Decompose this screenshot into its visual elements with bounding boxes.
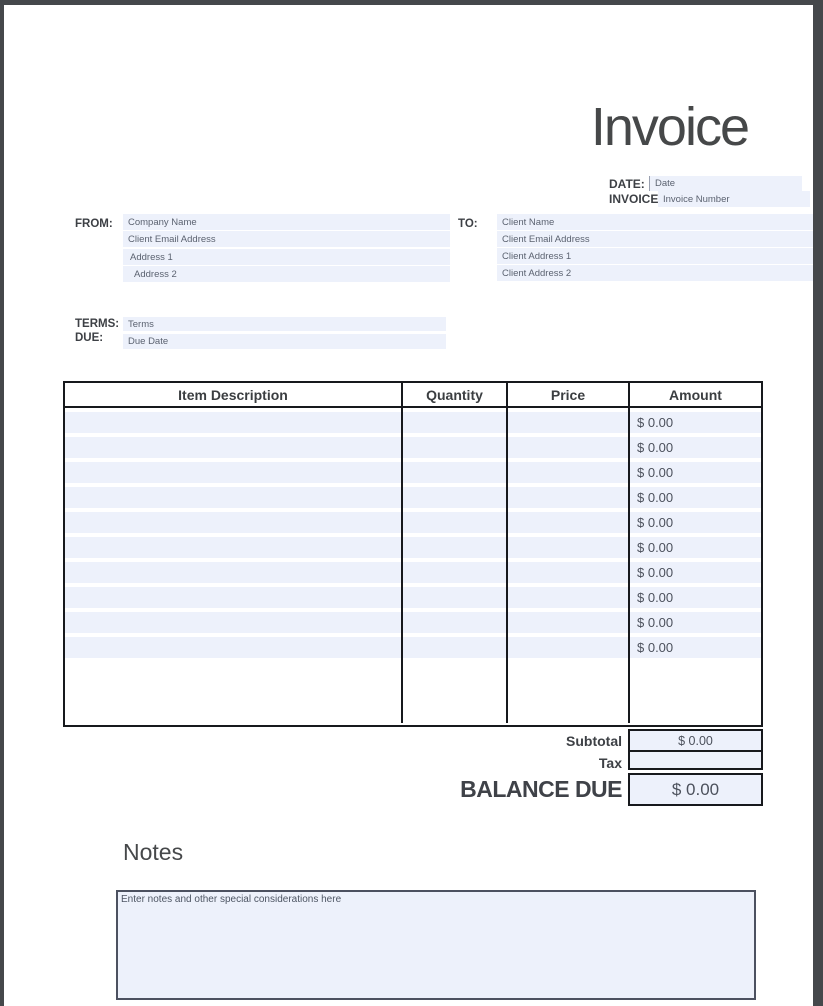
from-field-input-2[interactable] [123,231,450,247]
price-cell-row-9[interactable] [508,612,628,633]
item-description-cell-row-3[interactable] [65,462,401,483]
terms-input[interactable] [123,317,446,331]
quantity-cell-row-8[interactable] [403,587,506,608]
price-cell-row-3[interactable] [508,462,628,483]
subtotal-value: $ 0.00 [628,729,763,752]
item-description-cell-row-2[interactable] [65,437,401,458]
invoice-page: Invoice DATE: INVOICE FROM: TO: TERMS: D… [0,0,823,1006]
price-cell-row-8[interactable] [508,587,628,608]
amount-cell-row-3: $ 0.00 [630,462,761,483]
amount-cell-row-6: $ 0.00 [630,537,761,558]
quantity-cell-row-1[interactable] [403,412,506,433]
price-cell-row-5[interactable] [508,512,628,533]
quantity-cell-row-4[interactable] [403,487,506,508]
date-label: DATE: [609,177,645,191]
column-header-description: Item Description [65,383,403,406]
item-description-cell-row-9[interactable] [65,612,401,633]
to-field-input-4[interactable] [497,265,813,281]
date-input[interactable] [649,176,802,191]
price-cell-row-2[interactable] [508,437,628,458]
to-field-input-2[interactable] [497,231,813,247]
item-description-cell-row-6[interactable] [65,537,401,558]
item-description-cell-row-10[interactable] [65,637,401,658]
price-column [508,408,630,723]
viewer-frame-top [0,0,823,5]
from-label: FROM: [75,218,113,230]
balance-due-label: BALANCE DUE [460,776,622,803]
price-cell-row-1[interactable] [508,412,628,433]
to-field-input-3[interactable] [497,248,813,264]
quantity-cell-row-7[interactable] [403,562,506,583]
item-description-cell-row-5[interactable] [65,512,401,533]
column-header-price: Price [508,383,630,406]
amount-cell-row-7: $ 0.00 [630,562,761,583]
quantity-cell-row-5[interactable] [403,512,506,533]
items-table: Item Description Quantity Price Amount $… [63,381,763,727]
due-label: DUE: [75,332,103,344]
tax-label: Tax [599,755,622,771]
column-header-quantity: Quantity [403,383,508,406]
quantity-cell-row-3[interactable] [403,462,506,483]
amount-column: $ 0.00 $ 0.00 $ 0.00 $ 0.00 $ 0.00 $ 0.00 $ 0.… [630,408,761,723]
viewer-frame-right [813,0,823,1006]
from-field-input-4[interactable] [123,266,450,282]
quantity-cell-row-2[interactable] [403,437,506,458]
price-cell-row-7[interactable] [508,562,628,583]
viewer-frame-left [0,0,4,1006]
subtotal-label: Subtotal [566,733,622,749]
item-description-cell-row-4[interactable] [65,487,401,508]
invoice-number-label: INVOICE [609,192,658,206]
items-table-header: Item Description Quantity Price Amount [65,383,761,408]
item-description-cell-row-7[interactable] [65,562,401,583]
amount-cell-row-8: $ 0.00 [630,587,761,608]
notes-heading: Notes [123,839,183,866]
column-header-amount: Amount [630,383,761,406]
tax-input[interactable] [628,750,763,770]
from-field-input-1[interactable] [123,214,450,230]
from-field-input-3[interactable] [123,249,450,265]
amount-cell-row-5: $ 0.00 [630,512,761,533]
balance-due-value: $ 0.00 [628,773,763,806]
to-field-input-1[interactable] [497,214,813,230]
quantity-cell-row-9[interactable] [403,612,506,633]
amount-cell-row-10: $ 0.00 [630,637,761,658]
amount-cell-row-4: $ 0.00 [630,487,761,508]
quantity-column [403,408,508,723]
page-title: Invoice [591,96,748,158]
description-column [65,408,403,723]
price-cell-row-10[interactable] [508,637,628,658]
amount-cell-row-9: $ 0.00 [630,612,761,633]
invoice-number-input[interactable] [658,191,810,207]
item-description-cell-row-1[interactable] [65,412,401,433]
price-cell-row-4[interactable] [508,487,628,508]
price-cell-row-6[interactable] [508,537,628,558]
due-date-input[interactable] [123,334,446,349]
quantity-cell-row-6[interactable] [403,537,506,558]
item-description-cell-row-8[interactable] [65,587,401,608]
amount-cell-row-1: $ 0.00 [630,412,761,433]
notes-textarea[interactable] [116,890,756,1000]
terms-label: TERMS: [75,318,119,330]
items-table-body: $ 0.00 $ 0.00 $ 0.00 $ 0.00 $ 0.00 $ 0.00 $ 0.… [65,408,761,723]
amount-cell-row-2: $ 0.00 [630,437,761,458]
quantity-cell-row-10[interactable] [403,637,506,658]
to-label: TO: [458,218,478,230]
